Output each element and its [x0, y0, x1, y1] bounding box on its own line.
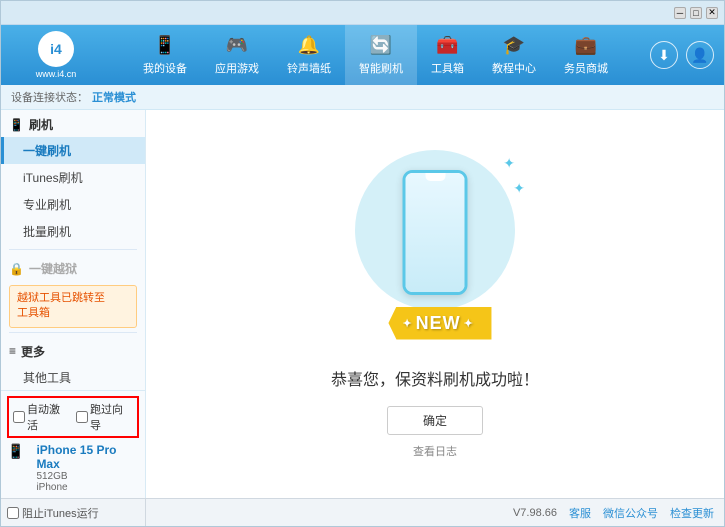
nav-tutorial-label: 教程中心 — [492, 60, 536, 76]
nav-toolbox[interactable]: 🧰 工具箱 — [417, 25, 478, 85]
sidebar-item-one-key-flash[interactable]: 一键刷机 — [1, 137, 145, 164]
block-itunes: 阻止iTunes运行 — [7, 505, 99, 521]
nav-apps-icon: 🎮 — [226, 35, 248, 56]
ribbon-star-left: ✦ — [402, 317, 412, 330]
minimize-button[interactable]: ─ — [674, 7, 686, 19]
sidebar-section-jailbreak: 🔒 一键越狱 — [1, 254, 145, 281]
more-section-icon: ≡ — [9, 344, 16, 358]
sidebar-divider-2 — [9, 332, 137, 333]
nav-ringtones[interactable]: 🔔 铃声墙纸 — [273, 25, 345, 85]
phone-screen — [406, 173, 465, 292]
ribbon-text: NEW — [416, 313, 461, 334]
status-bar: 设备连接状态： 正常模式 — [1, 85, 724, 110]
ribbon: ✦ NEW ✦ — [388, 307, 491, 340]
logo[interactable]: i4 www.i4.cn — [11, 31, 101, 79]
wechat-link[interactable]: 微信公众号 — [603, 505, 658, 521]
flash-section-label: 刷机 — [29, 116, 53, 133]
nav-apps-games[interactable]: 🎮 应用游戏 — [201, 25, 273, 85]
nav-smart-flash-label: 智能刷机 — [359, 60, 403, 76]
flash-section-icon: 📱 — [9, 118, 24, 132]
bottom-status-bar: 阻止iTunes运行 V7.98.66 客服 微信公众号 检查更新 — [1, 498, 724, 526]
check-update-link[interactable]: 检查更新 — [670, 505, 714, 521]
title-bar: ─ □ ✕ — [1, 1, 724, 25]
close-button[interactable]: ✕ — [706, 7, 718, 19]
sidebar-item-other-tools[interactable]: 其他工具 — [1, 364, 145, 390]
status-value: 正常模式 — [92, 89, 136, 105]
lock-icon: 🔒 — [9, 262, 24, 276]
user-button[interactable]: 👤 — [686, 41, 714, 69]
device-storage: 512GB — [36, 471, 139, 482]
nav-tutorial-icon: 🎓 — [503, 35, 525, 56]
sidebar: 📱 刷机 一键刷机 iTunes刷机 专业刷机 批量刷机 — [1, 110, 146, 498]
success-text: 恭喜您，保资料刷机成功啦！ — [331, 366, 539, 390]
sidebar-section-more: ≡ 更多 — [1, 337, 145, 364]
customer-service-link[interactable]: 客服 — [569, 505, 591, 521]
device-type: iPhone — [36, 482, 139, 493]
bottom-left-panel: 阻止iTunes运行 — [1, 499, 146, 526]
nav-toolbox-label: 工具箱 — [431, 60, 464, 76]
auto-detect-input[interactable] — [13, 411, 25, 423]
confirm-button[interactable]: 确定 — [387, 406, 483, 435]
phone-illustration: ✦ NEW ✦ ✦ ✦ — [345, 150, 525, 350]
jailbreak-section-label: 一键越狱 — [29, 260, 77, 277]
header: i4 www.i4.cn 📱 我的设备 🎮 应用游戏 🔔 铃声墙纸 🔄 智能刷机 — [1, 25, 724, 85]
version-label: V7.98.66 — [513, 507, 557, 519]
guided-input[interactable] — [76, 411, 88, 423]
guided-checkbox[interactable]: 跑过向导 — [76, 401, 133, 433]
nav-apps-label: 应用游戏 — [215, 60, 259, 76]
bottom-right-panel: V7.98.66 客服 微信公众号 检查更新 — [146, 505, 724, 521]
device-details: iPhone 15 Pro Max 512GB iPhone — [28, 443, 139, 493]
sidebar-item-pro-flash[interactable]: 专业刷机 — [1, 191, 145, 218]
auto-detect-box: 自动激活 跑过向导 — [7, 396, 139, 438]
logo-icon: i4 — [38, 31, 74, 67]
nav-ringtones-label: 铃声墙纸 — [287, 60, 331, 76]
nav-smart-flash[interactable]: 🔄 智能刷机 — [345, 25, 417, 85]
guided-label: 跑过向导 — [90, 401, 133, 433]
sidebar-item-itunes-flash[interactable]: iTunes刷机 — [1, 164, 145, 191]
nav-business-icon: 💼 — [575, 35, 597, 56]
auto-detect-checkbox[interactable]: 自动激活 — [13, 401, 70, 433]
nav-business-label: 务员商城 — [564, 60, 608, 76]
logo-url: www.i4.cn — [36, 69, 77, 79]
main-content: ✦ NEW ✦ ✦ ✦ 恭喜您，保资料刷机成功啦！ 确定 查看日志 — [146, 110, 724, 498]
app-window: ─ □ ✕ i4 www.i4.cn 📱 我的设备 🎮 应用游戏 🔔 铃声墙纸 — [0, 0, 725, 527]
sidebar-section-flash: 📱 刷机 — [1, 110, 145, 137]
log-link[interactable]: 查看日志 — [413, 443, 457, 459]
nav-bar: 📱 我的设备 🎮 应用游戏 🔔 铃声墙纸 🔄 智能刷机 🧰 工具箱 🎓 — [101, 25, 650, 85]
nav-smart-flash-icon: 🔄 — [370, 35, 392, 56]
sparkle-icon-2: ✦ — [513, 180, 525, 197]
device-info: 📱 iPhone 15 Pro Max 512GB iPhone — [7, 443, 139, 493]
sidebar-scroll: 📱 刷机 一键刷机 iTunes刷机 专业刷机 批量刷机 — [1, 110, 145, 390]
nav-business[interactable]: 💼 务员商城 — [550, 25, 622, 85]
sidebar-item-batch-flash[interactable]: 批量刷机 — [1, 218, 145, 245]
sparkle-icon-1: ✦ — [503, 155, 515, 172]
nav-my-device-label: 我的设备 — [143, 60, 187, 76]
nav-my-device[interactable]: 📱 我的设备 — [129, 25, 201, 85]
block-itunes-label: 阻止iTunes运行 — [22, 505, 99, 521]
download-button[interactable]: ⬇ — [650, 41, 678, 69]
phone-notch — [425, 173, 445, 181]
auto-detect-label: 自动激活 — [27, 401, 70, 433]
sidebar-divider-1 — [9, 249, 137, 250]
device-name: iPhone 15 Pro Max — [36, 443, 139, 471]
nav-my-device-icon: 📱 — [154, 35, 176, 56]
block-itunes-checkbox[interactable] — [7, 507, 19, 519]
ribbon-body: ✦ NEW ✦ — [388, 307, 491, 340]
status-prefix: 设备连接状态： — [11, 89, 88, 105]
nav-toolbox-icon: 🧰 — [436, 35, 458, 56]
sidebar-footer: 自动激活 跑过向导 📱 iPhone 15 Pro Max 512GB iPho… — [1, 390, 145, 498]
jailbreak-notice: 越狱工具已跳转至工具箱 — [9, 285, 137, 328]
phone-body — [403, 170, 468, 295]
device-icon: 📱 — [7, 443, 24, 460]
nav-tutorial[interactable]: 🎓 教程中心 — [478, 25, 550, 85]
header-right: ⬇ 👤 — [650, 41, 714, 69]
nav-ringtones-icon: 🔔 — [298, 35, 320, 56]
more-section-label: 更多 — [21, 343, 45, 360]
maximize-button[interactable]: □ — [690, 7, 702, 19]
ribbon-star-right: ✦ — [464, 317, 474, 330]
